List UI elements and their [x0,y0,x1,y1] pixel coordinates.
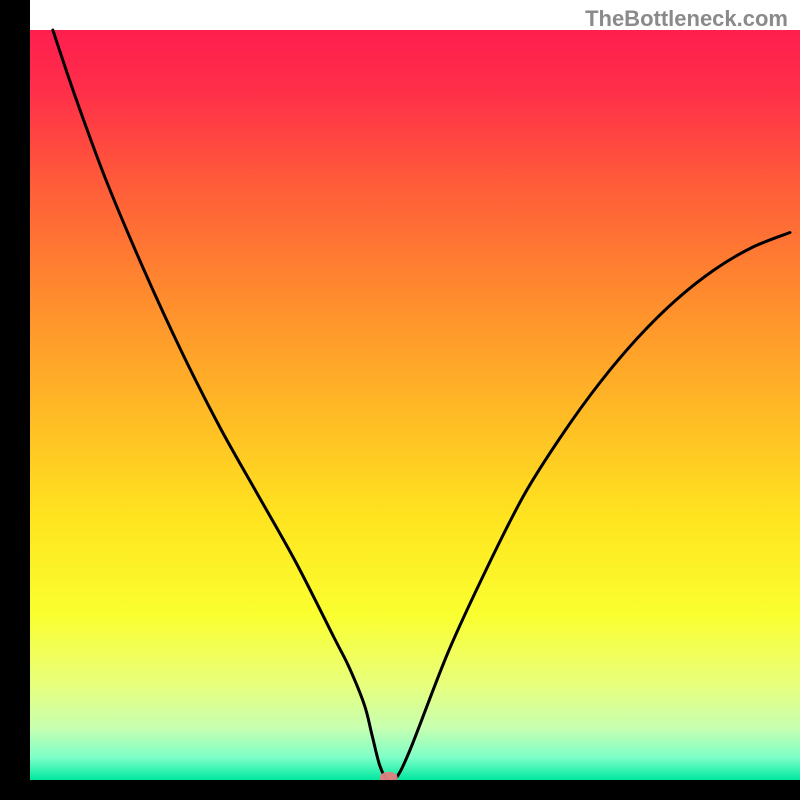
frame-bottom [0,780,800,800]
bottleneck-chart [0,0,800,800]
plot-background [30,30,800,780]
chart-container: TheBottleneck.com [0,0,800,800]
frame-left [0,0,30,800]
watermark-text: TheBottleneck.com [585,6,788,32]
